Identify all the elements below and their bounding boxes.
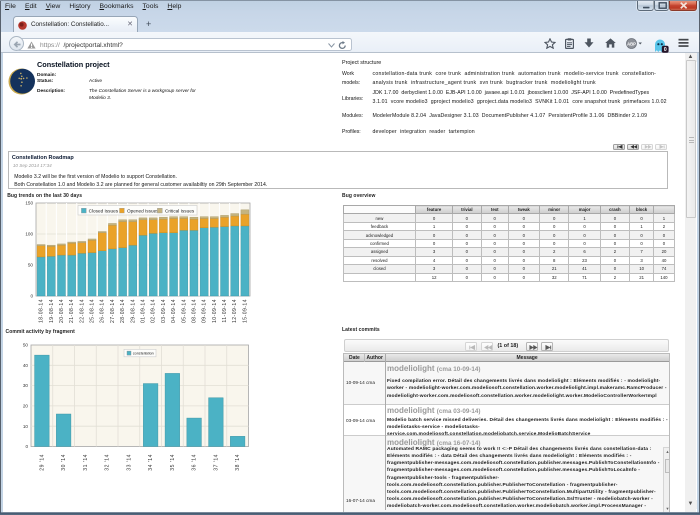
svg-text:35 '14: 35 '14 <box>170 454 176 471</box>
svg-text:33 '14: 33 '14 <box>126 454 132 471</box>
svg-text:30: 30 <box>23 383 29 388</box>
svg-text:Opened Issues: Opened Issues <box>127 209 159 214</box>
svg-text:10-09-14: 10-09-14 <box>212 299 218 323</box>
svg-text:50: 50 <box>28 263 34 268</box>
svg-text:50: 50 <box>23 343 29 348</box>
svg-text:20: 20 <box>23 404 29 409</box>
svg-text:20-08-14: 20-08-14 <box>59 299 65 323</box>
svg-text:09-09-14: 09-09-14 <box>202 299 208 323</box>
svg-text:Closed Issues: Closed Issues <box>89 209 119 214</box>
svg-text:0: 0 <box>30 294 33 299</box>
svg-text:150: 150 <box>25 201 33 206</box>
svg-text:01-09-14: 01-09-14 <box>141 299 147 323</box>
svg-text:27-08-14: 27-08-14 <box>110 299 116 323</box>
svg-text:04-09-14: 04-09-14 <box>171 299 177 323</box>
svg-text:15-09-14: 15-09-14 <box>242 299 248 323</box>
svg-text:03-09-14: 03-09-14 <box>161 299 167 323</box>
svg-text:12-09-14: 12-09-14 <box>232 299 238 323</box>
svg-text:18-08-14: 18-08-14 <box>39 299 45 323</box>
svg-text:02-09-14: 02-09-14 <box>151 299 157 323</box>
svg-text:22-08-14: 22-08-14 <box>79 299 85 323</box>
svg-text:05-09-14: 05-09-14 <box>181 299 187 323</box>
svg-text:0: 0 <box>25 444 28 449</box>
svg-text:11-09-14: 11-09-14 <box>222 299 228 323</box>
svg-text:29-08-14: 29-08-14 <box>130 299 136 323</box>
svg-text:36 '14: 36 '14 <box>192 454 198 471</box>
svg-text:26-08-14: 26-08-14 <box>100 299 106 323</box>
svg-text:constellation: constellation <box>133 352 154 356</box>
svg-text:21-08-14: 21-08-14 <box>69 299 75 323</box>
svg-text:38 '14: 38 '14 <box>235 454 241 471</box>
svg-text:08-09-14: 08-09-14 <box>191 299 197 323</box>
svg-text:25-08-14: 25-08-14 <box>90 299 96 323</box>
svg-text:29 '14: 29 '14 <box>39 454 45 471</box>
svg-text:19-08-14: 19-08-14 <box>49 299 55 323</box>
svg-text:Critical Issues: Critical Issues <box>165 209 195 214</box>
svg-text:30 '14: 30 '14 <box>61 454 67 471</box>
svg-text:34 '14: 34 '14 <box>148 454 154 471</box>
svg-text:100: 100 <box>25 232 33 237</box>
svg-text:10: 10 <box>23 424 29 429</box>
svg-text:ABP: ABP <box>627 41 636 46</box>
svg-text:40: 40 <box>23 363 29 368</box>
svg-text:31 '14: 31 '14 <box>83 454 89 471</box>
svg-text:37 '14: 37 '14 <box>213 454 219 471</box>
svg-text:32 '14: 32 '14 <box>105 454 111 471</box>
svg-text:28-08-14: 28-08-14 <box>120 299 126 323</box>
